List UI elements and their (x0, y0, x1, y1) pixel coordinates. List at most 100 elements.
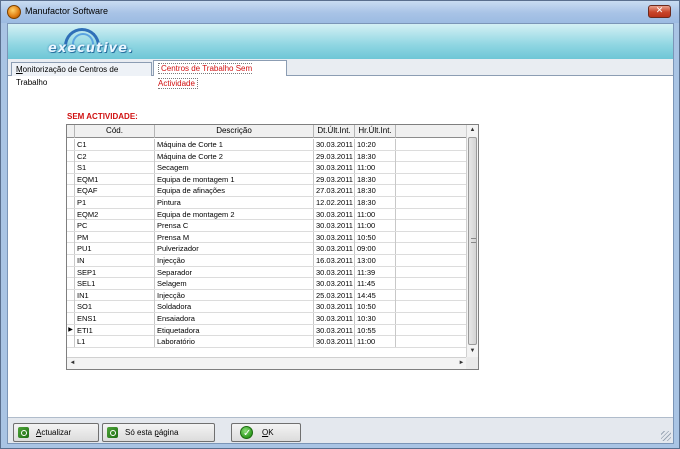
header-cod[interactable]: Cód. (75, 125, 155, 138)
table-row[interactable]: S1 Secagem 30.03.2011 11:00 (67, 162, 467, 174)
cell-hr-ult-int[interactable]: 11:00 (355, 162, 396, 174)
table-row[interactable]: L1 Laboratório 30.03.2011 11:00 (67, 336, 467, 348)
cell-hr-ult-int[interactable]: 18:30 (355, 150, 396, 162)
cell-descricao[interactable]: Injecção (155, 254, 314, 266)
cell-dt-ult-int[interactable]: 30.03.2011 (314, 208, 355, 220)
cell-cod[interactable]: SEP1 (75, 266, 155, 278)
cell-dt-ult-int[interactable]: 30.03.2011 (314, 312, 355, 324)
cell-cod[interactable]: C2 (75, 150, 155, 162)
cell-dt-ult-int[interactable]: 29.03.2011 (314, 150, 355, 162)
cell-dt-ult-int[interactable]: 30.03.2011 (314, 324, 355, 336)
cell-dt-ult-int[interactable]: 30.03.2011 (314, 301, 355, 313)
ok-button[interactable]: OK (231, 423, 301, 442)
close-button[interactable]: ✕ (648, 5, 671, 18)
cell-cod[interactable]: EQAF (75, 185, 155, 197)
table-row[interactable]: SEP1 Separador 30.03.2011 11:39 (67, 266, 467, 279)
cell-hr-ult-int[interactable]: 14:45 (355, 289, 396, 301)
cell-dt-ult-int[interactable]: 29.03.2011 (314, 173, 355, 185)
horizontal-scrollbar[interactable]: ◄ ► (67, 357, 467, 369)
cell-hr-ult-int[interactable]: 10:55 (355, 324, 396, 336)
scroll-up-icon[interactable]: ▲ (467, 125, 478, 136)
table-row[interactable]: ▶ ETI1 Etiquetadora 30.03.2011 10:55 (67, 324, 467, 337)
cell-descricao[interactable]: Prensa M (155, 231, 314, 243)
cell-descricao[interactable]: Prensa C (155, 220, 314, 232)
cell-descricao[interactable]: Ensaiadora (155, 312, 314, 324)
table-row[interactable]: P1 Pintura 12.02.2011 18:30 (67, 196, 467, 209)
cell-dt-ult-int[interactable]: 30.03.2011 (314, 231, 355, 243)
tab-monitorizacao[interactable]: Monitorização de Centros de Trabalho (11, 62, 152, 87)
cell-dt-ult-int[interactable]: 30.03.2011 (314, 266, 355, 278)
cell-cod[interactable]: EQM1 (75, 173, 155, 185)
cell-descricao[interactable]: Equipa de afinações (155, 185, 314, 197)
cell-cod[interactable]: SO1 (75, 301, 155, 313)
actualizar-button[interactable]: Actualizar (13, 423, 99, 442)
cell-hr-ult-int[interactable]: 10:50 (355, 301, 396, 313)
cell-hr-ult-int[interactable]: 18:30 (355, 196, 396, 208)
cell-dt-ult-int[interactable]: 30.03.2011 (314, 336, 355, 348)
cell-descricao[interactable]: Injecção (155, 289, 314, 301)
cell-dt-ult-int[interactable]: 30.03.2011 (314, 139, 355, 150)
cell-descricao[interactable]: Equipa de montagem 1 (155, 173, 314, 185)
cell-descricao[interactable]: Soldadora (155, 301, 314, 313)
scroll-left-icon[interactable]: ◄ (67, 358, 78, 369)
table-row[interactable]: SO1 Soldadora 30.03.2011 10:50 (67, 301, 467, 313)
cell-cod[interactable]: PC (75, 220, 155, 232)
cell-descricao[interactable]: Separador (155, 266, 314, 278)
cell-dt-ult-int[interactable]: 25.03.2011 (314, 289, 355, 301)
table-row[interactable]: EQM1 Equipa de montagem 1 29.03.2011 18:30 (67, 173, 467, 186)
table-row[interactable]: SEL1 Selagem 30.03.2011 11:45 (67, 278, 467, 290)
table-row[interactable]: C1 Máquina de Corte 1 30.03.2011 10:20 (67, 139, 467, 151)
cell-dt-ult-int[interactable]: 16.03.2011 (314, 254, 355, 266)
table-row[interactable]: EQM2 Equipa de montagem 2 30.03.2011 11:00 (67, 208, 467, 221)
table-row[interactable]: PU1 Pulverizador 30.03.2011 09:00 (67, 243, 467, 255)
cell-hr-ult-int[interactable]: 11:00 (355, 208, 396, 220)
cell-dt-ult-int[interactable]: 30.03.2011 (314, 162, 355, 174)
cell-hr-ult-int[interactable]: 10:20 (355, 139, 396, 150)
cell-cod[interactable]: C1 (75, 139, 155, 150)
cell-hr-ult-int[interactable]: 10:30 (355, 312, 396, 324)
cell-descricao[interactable]: Laboratório (155, 336, 314, 348)
cell-cod[interactable]: ENS1 (75, 312, 155, 324)
cell-cod[interactable]: PU1 (75, 243, 155, 255)
cell-cod[interactable]: ETI1 (75, 324, 155, 336)
cell-descricao[interactable]: Pintura (155, 196, 314, 208)
title-bar[interactable]: Manufactor Software ✕ (1, 1, 679, 23)
cell-descricao[interactable]: Máquina de Corte 2 (155, 150, 314, 162)
cell-descricao[interactable]: Equipa de montagem 2 (155, 208, 314, 220)
scroll-thumb[interactable] (468, 137, 477, 345)
cell-cod[interactable]: P1 (75, 196, 155, 208)
table-row[interactable]: PM Prensa M 30.03.2011 10:50 (67, 231, 467, 244)
cell-hr-ult-int[interactable]: 18:30 (355, 173, 396, 185)
cell-cod[interactable]: PM (75, 231, 155, 243)
cell-dt-ult-int[interactable]: 30.03.2011 (314, 220, 355, 232)
cell-descricao[interactable]: Pulverizador (155, 243, 314, 255)
cell-descricao[interactable]: Selagem (155, 278, 314, 290)
cell-dt-ult-int[interactable]: 30.03.2011 (314, 278, 355, 290)
cell-descricao[interactable]: Máquina de Corte 1 (155, 139, 314, 150)
table-row[interactable]: ENS1 Ensaiadora 30.03.2011 10:30 (67, 312, 467, 325)
work-centers-grid[interactable]: Cód. Descrição Dt.Últ.Int. Hr.Últ.Int. C… (66, 124, 479, 370)
resize-grip-icon[interactable] (661, 431, 671, 441)
cell-descricao[interactable]: Secagem (155, 162, 314, 174)
cell-hr-ult-int[interactable]: 09:00 (355, 243, 396, 255)
table-row[interactable]: IN1 Injecção 25.03.2011 14:45 (67, 289, 467, 302)
header-descricao[interactable]: Descrição (155, 125, 314, 138)
cell-hr-ult-int[interactable]: 11:00 (355, 336, 396, 348)
vertical-scrollbar[interactable]: ▲ ▼ (466, 125, 478, 357)
cell-hr-ult-int[interactable]: 11:45 (355, 278, 396, 290)
table-row[interactable]: PC Prensa C 30.03.2011 11:00 (67, 220, 467, 232)
cell-hr-ult-int[interactable]: 10:50 (355, 231, 396, 243)
so-esta-pagina-button[interactable]: Só esta página (102, 423, 215, 442)
scroll-down-icon[interactable]: ▼ (467, 346, 478, 357)
header-hr-ult-int[interactable]: Hr.Últ.Int. (355, 125, 396, 138)
cell-cod[interactable]: EQM2 (75, 208, 155, 220)
cell-dt-ult-int[interactable]: 12.02.2011 (314, 196, 355, 208)
header-dt-ult-int[interactable]: Dt.Últ.Int. (314, 125, 355, 138)
cell-cod[interactable]: SEL1 (75, 278, 155, 290)
table-row[interactable]: IN Injecção 16.03.2011 13:00 (67, 254, 467, 267)
cell-cod[interactable]: IN1 (75, 289, 155, 301)
table-row[interactable]: EQAF Equipa de afinações 27.03.2011 18:30 (67, 185, 467, 197)
tab-sem-actividade[interactable]: Centros de Trabalho Sem Actividade (153, 60, 287, 89)
cell-dt-ult-int[interactable]: 27.03.2011 (314, 185, 355, 197)
cell-hr-ult-int[interactable]: 11:39 (355, 266, 396, 278)
